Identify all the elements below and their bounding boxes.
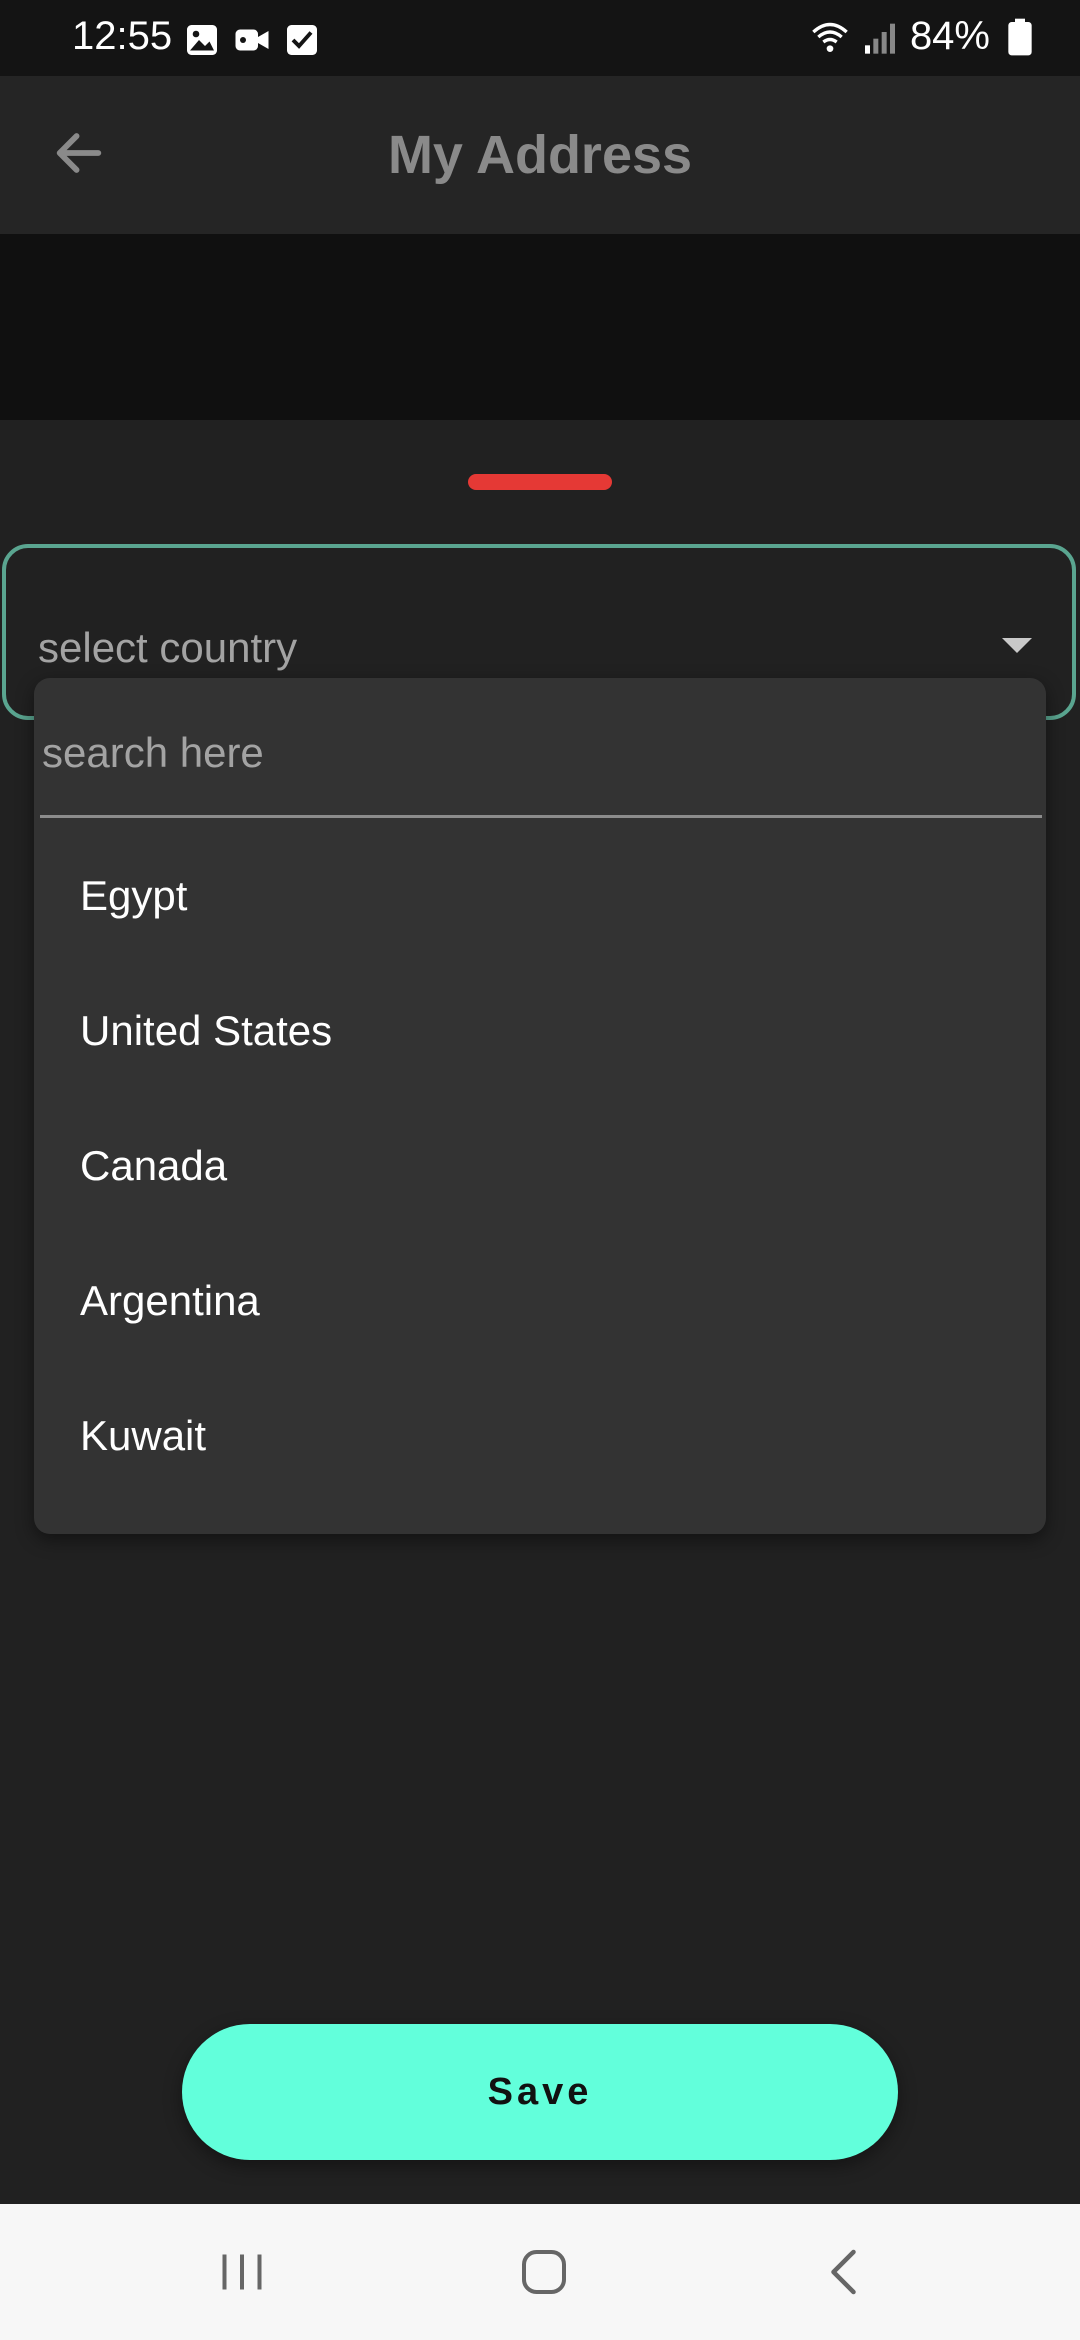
country-list: Egypt United States Canada Argentina Kuw… — [34, 828, 1046, 1503]
country-select-placeholder: select country — [38, 624, 298, 671]
battery-percent: 84% — [909, 14, 990, 58]
wifi-icon — [812, 22, 848, 52]
home-icon — [522, 2250, 566, 2294]
nav-back-button[interactable] — [806, 2242, 886, 2302]
country-item-egypt[interactable]: Egypt — [34, 828, 1046, 963]
country-item-canada[interactable]: Canada — [34, 1098, 1046, 1233]
status-bar: 12:55 84% — [0, 0, 1080, 76]
dropdown-arrow-icon — [1002, 638, 1032, 653]
country-item-united-states[interactable]: United States — [34, 963, 1046, 1098]
country-item-kuwait[interactable]: Kuwait — [34, 1368, 1046, 1503]
home-button[interactable] — [504, 2242, 584, 2302]
recents-button[interactable] — [202, 2242, 282, 2302]
sheet-handle[interactable] — [468, 474, 612, 490]
header-band — [0, 234, 1080, 420]
back-icon — [831, 2249, 856, 2295]
app-bar: My Address — [0, 76, 1080, 234]
signal-icon — [864, 23, 895, 54]
search-input[interactable] — [40, 712, 1024, 794]
status-time: 12:55 — [72, 14, 173, 58]
checkbox-icon — [287, 25, 317, 55]
video-icon — [235, 29, 269, 51]
recents-icon — [222, 2254, 262, 2290]
navigation-bar — [0, 2204, 1080, 2340]
country-dropdown: Egypt United States Canada Argentina Kuw… — [34, 678, 1046, 1534]
search-field — [40, 678, 1042, 818]
battery-icon — [1008, 18, 1032, 55]
save-button[interactable]: Save — [182, 2024, 898, 2160]
status-system-icons: 84% — [810, 14, 1040, 59]
status-notification-icons — [184, 22, 320, 58]
page-title: My Address — [387, 125, 693, 185]
country-item-argentina[interactable]: Argentina — [34, 1233, 1046, 1368]
gallery-icon — [187, 25, 217, 55]
